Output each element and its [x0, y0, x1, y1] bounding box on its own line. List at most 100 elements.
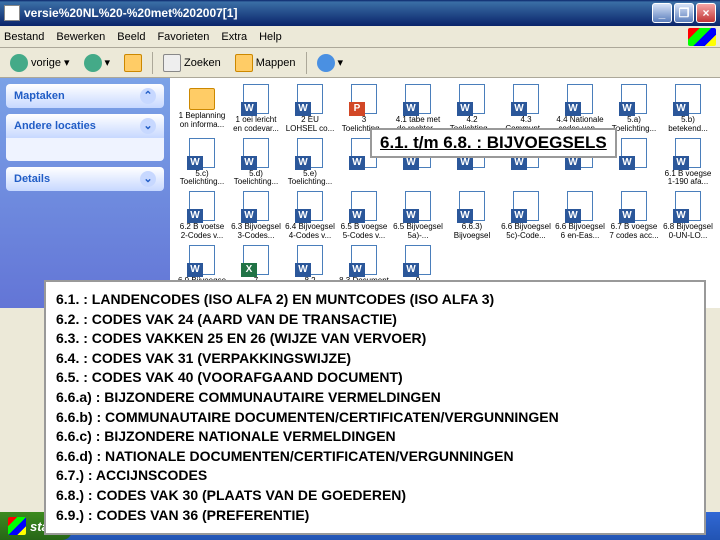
word-file-icon	[513, 84, 539, 114]
file-item[interactable]: 1 oei lericht en codevar...	[230, 84, 282, 134]
menu-favorites[interactable]: Favorieten	[157, 31, 209, 43]
file-label: 6.1 B voegse 1-190 afa...	[663, 170, 713, 188]
word-file-icon	[675, 191, 701, 221]
overlay-list: 6.1. : LANDENCODES (ISO ALFA 2) EN MUNTC…	[44, 280, 706, 535]
file-item[interactable]: 6.7 B voegse 7 codes acc...	[608, 191, 660, 241]
views-button[interactable]: ▾	[313, 52, 348, 74]
chevron-down-icon: ▾	[105, 56, 111, 69]
file-item[interactable]: 3 Toelichting...	[338, 84, 390, 134]
file-item[interactable]: 6.8 Bijvoegsel 0-UN-LO...	[662, 191, 714, 241]
search-button[interactable]: Zoeken	[159, 52, 225, 74]
file-label: 1 Beplanning on informa...	[177, 112, 227, 130]
file-label: 6.4 Bijvoegsel 4-Codes v...	[285, 223, 335, 241]
panel-header[interactable]: Andere locaties ⌄	[6, 114, 164, 138]
file-item[interactable]: 6.4 Bijvoegsel 4-Codes v...	[284, 191, 336, 241]
up-button[interactable]	[120, 52, 146, 74]
word-file-icon	[297, 138, 323, 168]
excel-file-icon	[243, 245, 269, 275]
word-file-icon	[297, 191, 323, 221]
file-label: 5.b) betekend...	[663, 116, 713, 134]
menu-edit[interactable]: Bewerken	[56, 31, 105, 43]
close-button[interactable]: ×	[696, 3, 716, 23]
file-item[interactable]: 4.2 Toelichting...	[446, 84, 498, 134]
file-grid: 1 Beplanning on informa...1 oei lericht …	[176, 84, 714, 295]
word-file-icon	[405, 191, 431, 221]
file-label: 6.5 B voegse 5-Codes v...	[339, 223, 389, 241]
file-item[interactable]: 4.4 Nationale codes van...	[554, 84, 606, 134]
list-item: 6.1. : LANDENCODES (ISO ALFA 2) EN MUNTC…	[56, 290, 694, 310]
list-item: 6.2. : CODES VAK 24 (AARD VAN DE TRANSAC…	[56, 310, 694, 330]
panel-title: Andere locaties	[14, 120, 96, 132]
menu-extra[interactable]: Extra	[221, 31, 247, 43]
separator	[306, 52, 307, 74]
file-item[interactable]: 2 EU LOHSEL co...	[284, 84, 336, 134]
list-item: 6.7.) : ACCIJNSCODES	[56, 466, 694, 486]
window-icon	[4, 5, 20, 21]
chevron-icon: ⌄	[140, 171, 156, 187]
sidebar: Maptaken ⌃ Andere locaties ⌄ Details ⌄	[0, 78, 170, 308]
menu-file[interactable]: Bestand	[4, 31, 44, 43]
file-item[interactable]: 4.1 tabe met de rechter...	[392, 84, 444, 134]
word-file-icon	[459, 191, 485, 221]
sidebar-panel-details: Details ⌄	[6, 167, 164, 191]
word-file-icon	[405, 245, 431, 275]
folder-icon	[235, 54, 253, 72]
maximize-button[interactable]: ❐	[674, 3, 694, 23]
file-item[interactable]: 5.a) Toelichting...	[608, 84, 660, 134]
file-list-area: 1 Beplanning on informa...1 oei lericht …	[170, 78, 720, 308]
word-file-icon	[189, 138, 215, 168]
file-item[interactable]: 6.1 B voegse 1-190 afa...	[662, 138, 714, 188]
menu-view[interactable]: Beeld	[117, 31, 145, 43]
file-item[interactable]: 6.2 B voetse 2-Codes v...	[176, 191, 228, 241]
views-icon	[317, 54, 335, 72]
word-file-icon	[621, 84, 647, 114]
list-item: 6.6.b) : COMMUNAUTAIRE DOCUMENTEN/CERTIF…	[56, 408, 694, 428]
list-item: 6.5. : CODES VAK 40 (VOORAFGAAND DOCUMEN…	[56, 368, 694, 388]
word-file-icon	[189, 245, 215, 275]
panel-header[interactable]: Maptaken ⌃	[6, 84, 164, 108]
folder-up-icon	[124, 54, 142, 72]
file-label: 6.5 Bijvoegsel 5a)-...	[393, 223, 443, 241]
word-file-icon	[297, 245, 323, 275]
back-button[interactable]: vorige ▾	[6, 52, 74, 74]
word-file-icon	[621, 138, 647, 168]
overlay-title: 6.1. t/m 6.8. : BIJVOEGSELS	[370, 128, 617, 158]
file-label: 6.8 Bijvoegsel 0-UN-LO...	[663, 223, 713, 241]
file-item[interactable]: 5.d) Toelichting...	[230, 138, 282, 188]
file-item[interactable]: 6.5 Bijvoegsel 5a)-...	[392, 191, 444, 241]
file-label: 6.6 Bijvoegsel 5c)-Code...	[501, 223, 551, 241]
file-item[interactable]: 5.b) betekend...	[662, 84, 714, 134]
file-item[interactable]: 6.3 Bijvoegsel 3-Codes...	[230, 191, 282, 241]
toolbar: vorige ▾ ▾ Zoeken Mappen ▾	[0, 48, 720, 78]
panel-header[interactable]: Details ⌄	[6, 167, 164, 191]
folders-button[interactable]: Mappen	[231, 52, 300, 74]
file-label: 5.e) Toelichting...	[285, 170, 335, 188]
file-item[interactable]: 6.5 B voegse 5-Codes v...	[338, 191, 390, 241]
word-file-icon	[351, 245, 377, 275]
list-item: 6.4. : CODES VAK 31 (VERPAKKINGSWIJZE)	[56, 349, 694, 369]
word-file-icon	[621, 191, 647, 221]
list-item: 6.3. : CODES VAKKEN 25 EN 26 (WIJZE VAN …	[56, 329, 694, 349]
forward-button[interactable]: ▾	[80, 52, 115, 74]
folders-label: Mappen	[256, 57, 296, 69]
word-file-icon	[675, 84, 701, 114]
file-item[interactable]: 1 Beplanning on informa...	[176, 84, 228, 134]
file-item[interactable]: 4.3 Communt...	[500, 84, 552, 134]
sidebar-panel-andere: Andere locaties ⌄	[6, 114, 164, 161]
separator	[152, 52, 153, 74]
chevron-icon: ⌃	[140, 88, 156, 104]
file-item[interactable]: 5.c) Toelichting...	[176, 138, 228, 188]
word-file-icon	[567, 84, 593, 114]
file-item[interactable]: 6.6 Bijvoegsel 6 en-Eas...	[554, 191, 606, 241]
file-item[interactable]: 5.e) Toelichting...	[284, 138, 336, 188]
word-file-icon	[567, 191, 593, 221]
panel-body	[6, 138, 164, 161]
file-item[interactable]: 6.6 Bijvoegsel 5c)-Code...	[500, 191, 552, 241]
chevron-down-icon: ▾	[338, 56, 344, 69]
menu-help[interactable]: Help	[259, 31, 282, 43]
folder-file-icon	[189, 88, 215, 110]
file-item[interactable]: 6.6.3) Bijvoegsel 5b)-Code...	[446, 191, 498, 241]
word-file-icon	[297, 84, 323, 114]
minimize-button[interactable]: _	[652, 3, 672, 23]
sidebar-panel-maptaken: Maptaken ⌃	[6, 84, 164, 108]
